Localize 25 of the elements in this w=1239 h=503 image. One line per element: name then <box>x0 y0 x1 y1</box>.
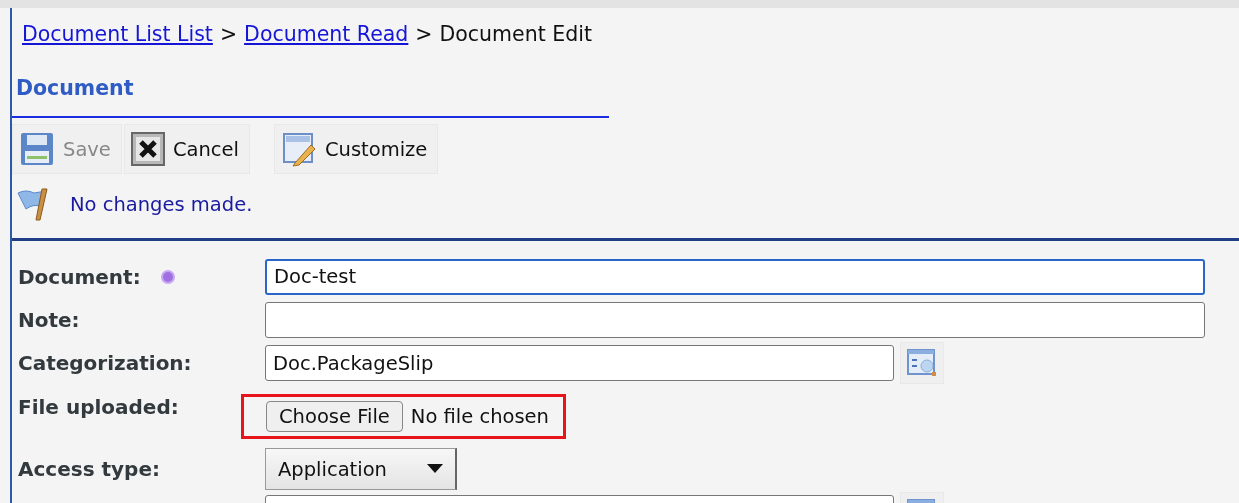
list-search-icon <box>906 347 938 379</box>
breadcrumb-separator: > <box>415 22 433 46</box>
field-label: File uploaded: <box>18 395 179 419</box>
field-label: Access type: <box>18 457 160 481</box>
choose-file-button[interactable]: Choose File <box>266 400 403 432</box>
close-icon <box>130 132 165 166</box>
lookup-button[interactable] <box>900 342 944 384</box>
text-field[interactable] <box>265 301 1205 338</box>
file-field[interactable]: Choose File No file chosen <box>241 393 566 439</box>
breadcrumb-current: Document Edit <box>439 22 592 46</box>
field-label: Document: <box>18 264 141 289</box>
customize-button[interactable]: Customize <box>273 124 439 174</box>
breadcrumb-separator: > <box>219 22 238 46</box>
field-label: Note: <box>18 307 80 332</box>
breadcrumb-link[interactable]: Document Read <box>244 22 409 46</box>
status-message: No changes made. <box>70 192 253 216</box>
cancel-button[interactable]: Cancel <box>123 124 250 174</box>
text-field[interactable]: Doc.PackageSlip <box>265 345 894 381</box>
caret-icon <box>427 464 443 474</box>
field-label: Categorization: <box>18 351 192 375</box>
section-title: Document <box>16 76 134 100</box>
breadcrumb-link[interactable]: Document List List <box>22 22 213 46</box>
text-field[interactable]: Doc-test <box>265 258 1205 295</box>
file-status: No file chosen <box>410 404 549 428</box>
select-dropdown[interactable]: Application <box>265 448 457 490</box>
